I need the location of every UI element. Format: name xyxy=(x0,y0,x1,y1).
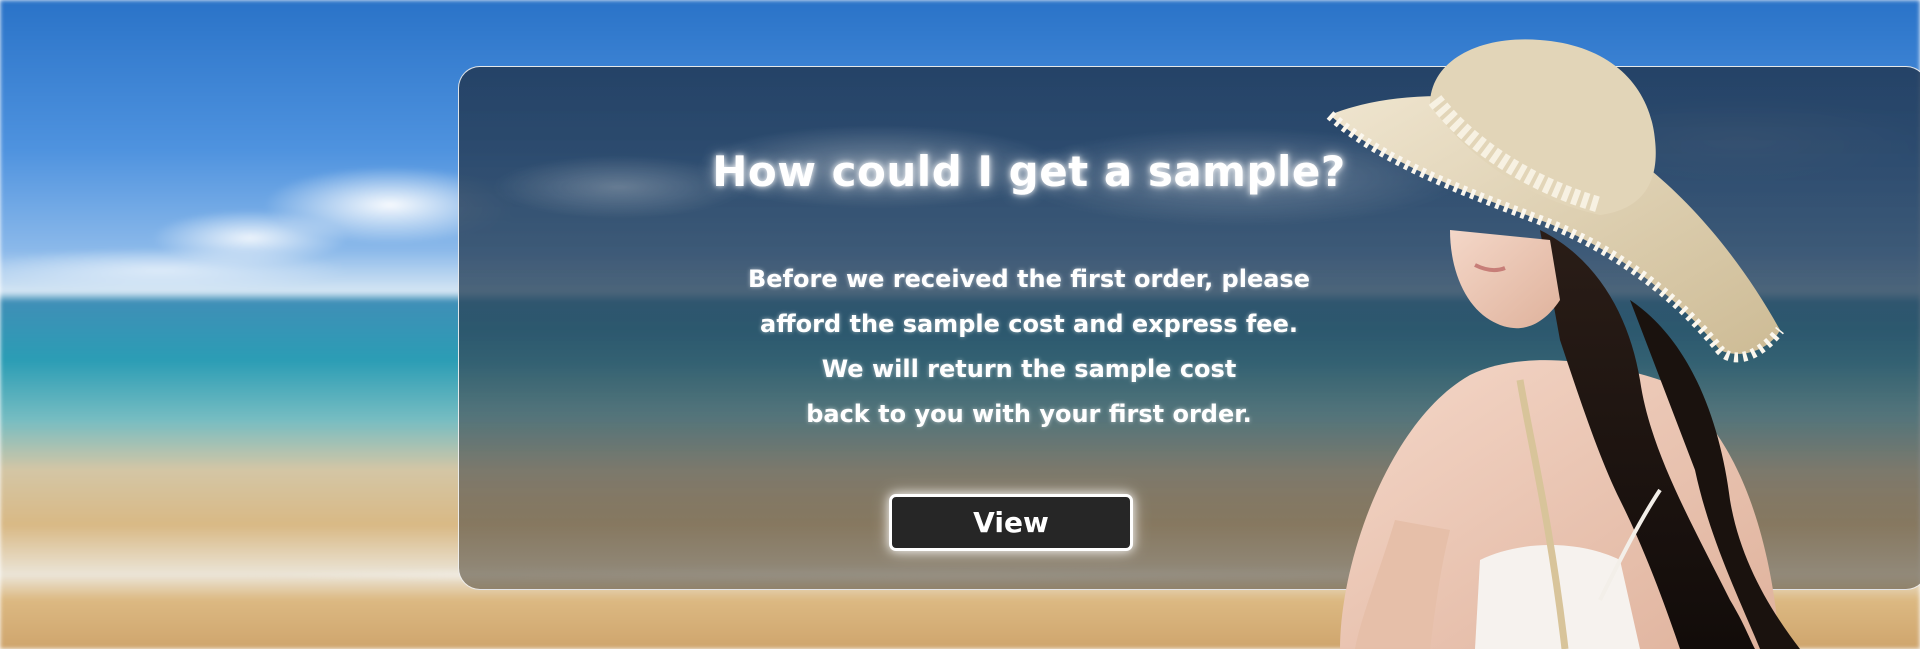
view-button[interactable]: View xyxy=(889,494,1133,551)
model-photo xyxy=(1326,39,1800,649)
